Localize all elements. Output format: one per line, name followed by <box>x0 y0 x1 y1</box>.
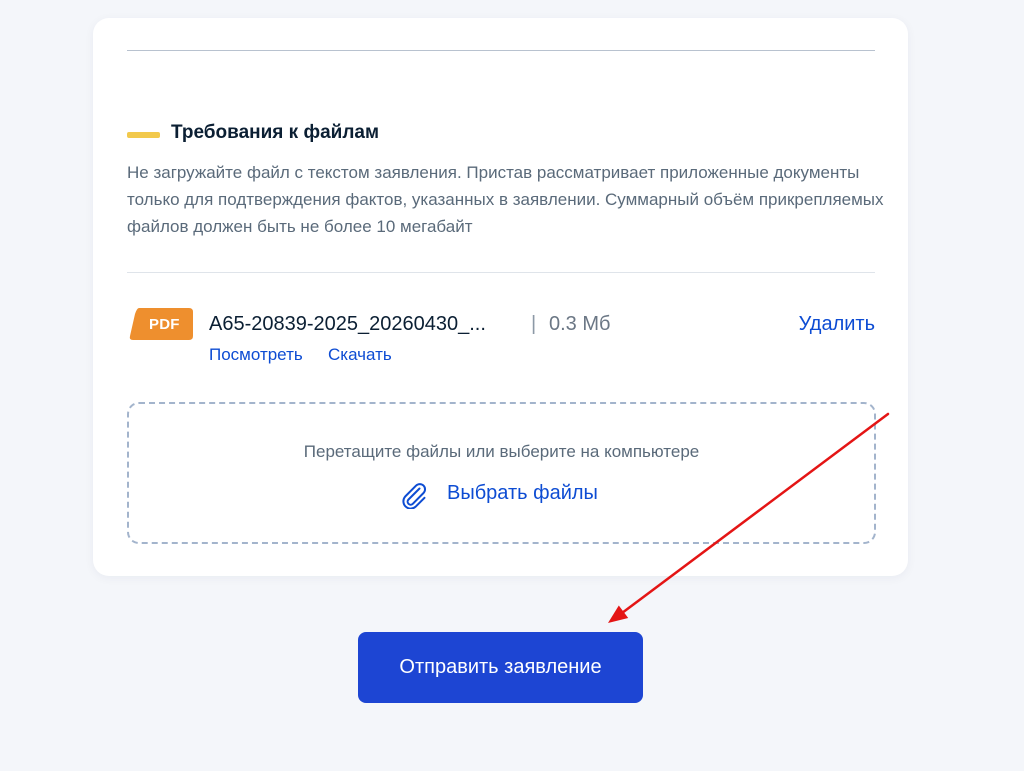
submit-application-button[interactable]: Отправить заявление <box>358 632 643 703</box>
file-dropzone[interactable]: Перетащите файлы или выберите на компьют… <box>127 402 876 544</box>
annotation-arrow-head <box>608 605 629 623</box>
delete-file-link[interactable]: Удалить <box>799 313 875 336</box>
pdf-badge-label: PDF <box>149 316 180 333</box>
file-size: 0.3 Мб <box>549 313 611 335</box>
choose-files-label: Выбрать файлы <box>447 482 598 504</box>
view-file-link[interactable]: Посмотреть <box>209 345 303 365</box>
top-divider <box>127 50 875 51</box>
section-divider <box>127 272 875 273</box>
paperclip-icon <box>402 483 427 509</box>
requirements-title: Требования к файлам <box>171 122 380 143</box>
dropzone-hint: Перетащите файлы или выберите на компьют… <box>303 442 700 461</box>
file-separator: | <box>531 313 537 335</box>
requirements-marker <box>127 132 160 138</box>
requirements-text: Не загружайте файл с текстом заявления. … <box>127 163 884 236</box>
upload-card: Требования к файлам Не загружайте файл с… <box>93 18 908 576</box>
pdf-file-icon: PDF <box>129 308 193 340</box>
file-name: A65-20839-2025_20260430_... <box>209 313 486 335</box>
download-file-link[interactable]: Скачать <box>328 345 392 365</box>
